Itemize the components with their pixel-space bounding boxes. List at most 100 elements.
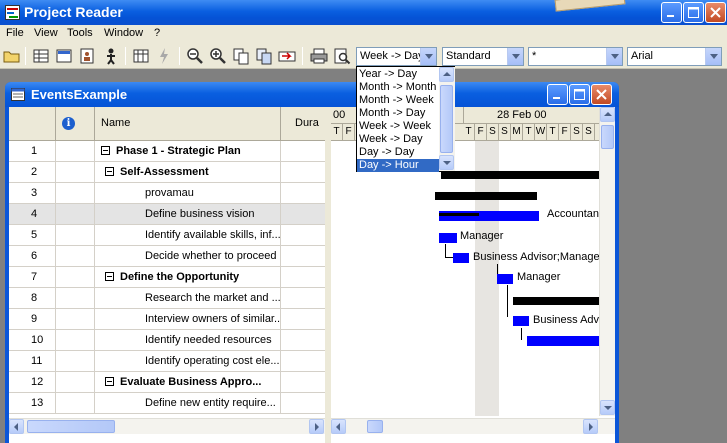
gantt-vertical-scrollbar[interactable]	[599, 107, 615, 416]
row-name-cell[interactable]: Identify available skills, inf...	[95, 225, 281, 246]
gantt-vertical-thumb[interactable]	[601, 125, 614, 149]
row-name-cell[interactable]: Interview owners of similar...	[95, 309, 281, 330]
child-maximize-button[interactable]	[569, 84, 590, 105]
child-minimize-button[interactable]	[547, 84, 568, 105]
zoom-in-icon[interactable]	[209, 47, 227, 65]
scroll-right-button[interactable]	[583, 419, 598, 434]
dropdown-option[interactable]: Month -> Week	[357, 94, 439, 107]
column-header-id[interactable]	[9, 107, 56, 140]
row-name-cell[interactable]: Research the market and ...	[95, 288, 281, 309]
table-row[interactable]: 11 Identify operating cost ele...	[9, 351, 325, 372]
person-icon[interactable]	[102, 47, 120, 65]
resource-sheet-icon[interactable]	[78, 47, 96, 65]
grid-view-icon[interactable]	[32, 47, 50, 65]
table-row[interactable]: 4 Define business vision	[9, 204, 325, 225]
filter-select[interactable]: *	[528, 47, 623, 66]
scroll-down-button[interactable]	[600, 400, 615, 415]
scroll-up-button[interactable]	[439, 67, 454, 82]
chevron-down-icon[interactable]	[420, 48, 436, 65]
dropdown-scrollbar[interactable]	[439, 67, 455, 171]
child-close-button[interactable]	[591, 84, 612, 105]
table-row[interactable]: 8 Research the market and ...	[9, 288, 325, 309]
print-icon[interactable]	[310, 47, 328, 65]
table-row[interactable]: 9 Interview owners of similar...	[9, 309, 325, 330]
table-row[interactable]: 2 Self-Assessment	[9, 162, 325, 183]
row-name-cell[interactable]: Define new entity require...	[95, 393, 281, 414]
dropdown-option[interactable]: Year -> Day	[357, 68, 439, 81]
table-row[interactable]: 13 Define new entity require...	[9, 393, 325, 414]
menu-file[interactable]: File	[6, 27, 24, 39]
column-header-info[interactable]: i	[56, 107, 95, 140]
chevron-down-icon[interactable]	[507, 48, 523, 65]
zoom-out-icon[interactable]	[186, 47, 204, 65]
row-name-cell[interactable]: Identify operating cost ele...	[95, 351, 281, 372]
task-name: Define the Opportunity	[120, 271, 240, 283]
font-select[interactable]: Arial	[627, 47, 722, 66]
table-row[interactable]: 12 Evaluate Business Appro...	[9, 372, 325, 393]
scroll-left-button[interactable]	[331, 419, 346, 434]
table-row[interactable]: 5 Identify available skills, inf...	[9, 225, 325, 246]
row-name-cell[interactable]: Evaluate Business Appro...	[95, 372, 281, 393]
copy-icon[interactable]	[232, 47, 250, 65]
minimize-button[interactable]	[661, 2, 682, 23]
table-row[interactable]: 1 Phase 1 - Strategic Plan	[9, 141, 325, 162]
copy-picture-icon[interactable]	[255, 47, 273, 65]
open-folder-icon[interactable]	[3, 47, 21, 65]
column-header-name[interactable]: Name	[95, 107, 281, 140]
table-row[interactable]: 7 Define the Opportunity	[9, 267, 325, 288]
dropdown-option[interactable]: Day -> Day	[357, 146, 439, 159]
menu-view[interactable]: View	[34, 27, 58, 39]
scroll-down-button[interactable]	[439, 155, 454, 170]
table-row[interactable]: 6 Decide whether to proceed	[9, 246, 325, 267]
task-bar-identify-skills[interactable]	[453, 253, 469, 263]
grid-horizontal-scrollbar[interactable]	[9, 418, 325, 434]
row-name-cell[interactable]: Decide whether to proceed	[95, 246, 281, 267]
menu-window[interactable]: Window	[104, 27, 143, 39]
table-row[interactable]: 3 provamau	[9, 183, 325, 204]
collapse-toggle-icon[interactable]	[105, 167, 114, 176]
menu-tools[interactable]: Tools	[67, 27, 93, 39]
row-name-cell[interactable]: Define business vision	[95, 204, 281, 225]
close-button[interactable]	[705, 2, 726, 23]
gantt-horizontal-thumb[interactable]	[367, 420, 383, 433]
column-header-duration[interactable]: Dura	[281, 107, 325, 140]
task-bar-interview-owners[interactable]	[527, 336, 605, 346]
dropdown-option[interactable]: Day -> Hour	[357, 159, 439, 172]
task-bar-research-market[interactable]	[513, 316, 529, 326]
scroll-up-button[interactable]	[600, 107, 615, 122]
dropdown-option[interactable]: Week -> Day	[357, 133, 439, 146]
row-name-cell[interactable]: Identify needed resources	[95, 330, 281, 351]
timescale-select[interactable]: Week -> Day	[356, 47, 437, 66]
goto-task-icon[interactable]	[278, 47, 296, 65]
dropdown-scroll-thumb[interactable]	[440, 85, 453, 153]
row-name-cell[interactable]: Define the Opportunity	[95, 267, 281, 288]
dropdown-option[interactable]: Month -> Day	[357, 107, 439, 120]
table-row[interactable]: 10 Identify needed resources	[9, 330, 325, 351]
view-select[interactable]: Standard	[442, 47, 524, 66]
print-preview-icon[interactable]	[333, 47, 351, 65]
row-name-cell[interactable]: provamau	[95, 183, 281, 204]
scroll-left-button[interactable]	[9, 419, 24, 434]
task-bar-decide-proceed[interactable]	[497, 274, 513, 284]
summary-bar-phase1[interactable]	[441, 171, 605, 179]
dropdown-option[interactable]: Month -> Month	[357, 81, 439, 94]
collapse-toggle-icon[interactable]	[105, 377, 114, 386]
scroll-right-button[interactable]	[309, 419, 324, 434]
collapse-toggle-icon[interactable]	[105, 272, 114, 281]
chevron-down-icon[interactable]	[705, 48, 721, 65]
table-view-icon[interactable]	[55, 47, 73, 65]
maximize-button[interactable]	[683, 2, 704, 23]
row-name-cell[interactable]: Phase 1 - Strategic Plan	[95, 141, 281, 162]
task-bar-define-vision[interactable]	[439, 233, 457, 243]
lightning-icon[interactable]	[155, 47, 173, 65]
grid-scroll-thumb[interactable]	[27, 420, 115, 433]
chevron-down-icon[interactable]	[606, 48, 622, 65]
summary-bar-self-assessment[interactable]	[435, 192, 537, 200]
row-name-cell[interactable]: Self-Assessment	[95, 162, 281, 183]
gantt-horizontal-scrollbar[interactable]	[331, 418, 615, 434]
menu-help[interactable]: ?	[154, 27, 160, 39]
summary-bar-define-opportunity[interactable]	[513, 297, 605, 305]
columns-icon[interactable]	[132, 47, 150, 65]
dropdown-option[interactable]: Week -> Week	[357, 120, 439, 133]
collapse-toggle-icon[interactable]	[101, 146, 110, 155]
